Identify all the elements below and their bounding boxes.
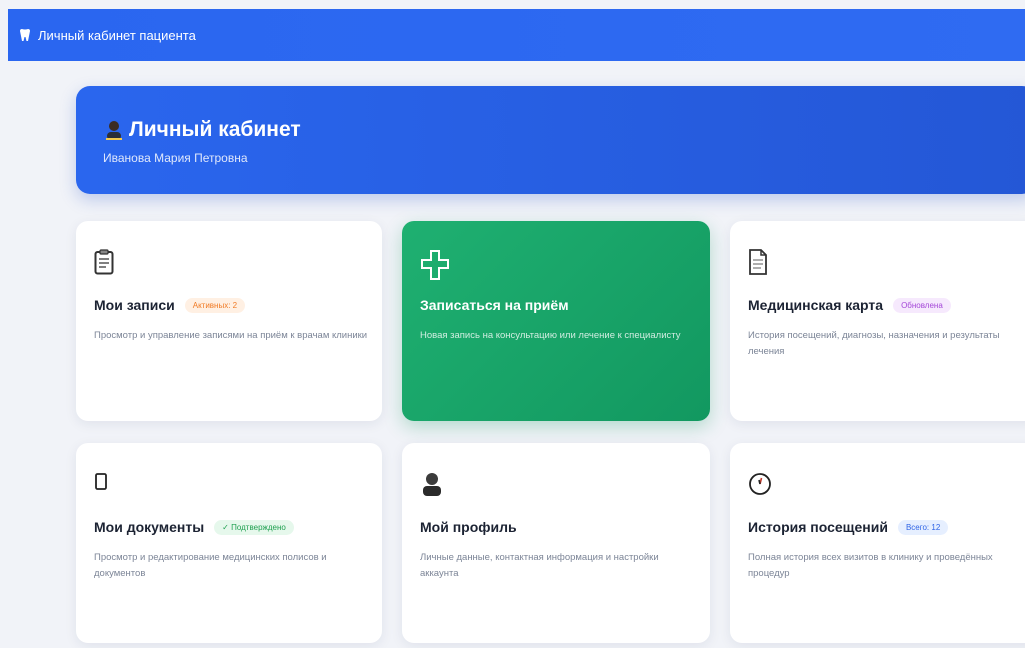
active-count-badge: Активных: 2 xyxy=(184,297,246,313)
clipboard-icon xyxy=(94,249,120,279)
tooth-icon xyxy=(18,28,32,42)
card-my-documents[interactable]: Мои документы ✓ Подтверждено Просмотр и … xyxy=(76,443,382,643)
document-icon xyxy=(748,249,774,279)
card-description: История посещений, диагнозы, назначения … xyxy=(748,330,1000,357)
card-my-appointments[interactable]: Мои записи Активных: 2 Просмотр и управл… xyxy=(76,221,382,421)
card-visit-history[interactable]: История посещений Всего: 12 Полная истор… xyxy=(730,443,1025,643)
total-count-badge: Всего: 12 xyxy=(897,519,949,535)
page-title: Личный кабинет xyxy=(129,118,301,141)
card-my-profile[interactable]: Мой профиль Личные данные, контактная ин… xyxy=(402,443,710,643)
card-description: Просмотр и управление записями на приём … xyxy=(94,330,368,341)
welcome-banner: Личный кабинет Иванова Мария Петровна xyxy=(76,86,1025,194)
card-description: Личные данные, контактная информация и н… xyxy=(420,552,659,579)
verified-badge: ✓ Подтверждено xyxy=(214,519,294,535)
card-medical-record[interactable]: Медицинская карта Обновлена История посе… xyxy=(730,221,1025,421)
plus-icon xyxy=(420,249,449,280)
card-description: Новая запись на консультацию или лечение… xyxy=(420,330,681,341)
phone-icon xyxy=(94,471,120,501)
card-title: Записаться на приём xyxy=(420,297,569,313)
clock-icon xyxy=(748,471,774,501)
card-title: Мои записи xyxy=(94,297,175,313)
card-title: Мой профиль xyxy=(420,519,517,535)
card-title: История посещений xyxy=(748,519,888,535)
user-icon xyxy=(103,119,125,141)
patient-name: Иванова Мария Петровна xyxy=(103,151,248,165)
app-title[interactable]: Личный кабинет пациента xyxy=(38,28,196,43)
card-description: Полная история всех визитов в клинику и … xyxy=(748,552,993,579)
card-description: Просмотр и редактирование медицинских по… xyxy=(94,552,327,579)
card-title: Мои документы xyxy=(94,519,205,535)
user-icon xyxy=(420,471,446,501)
top-navbar: Личный кабинет пациента xyxy=(8,9,1025,61)
card-title: Медицинская карта xyxy=(748,297,884,313)
card-book-appointment[interactable]: Записаться на приём Новая запись на конс… xyxy=(402,221,710,421)
updated-badge: Обновлена xyxy=(893,297,951,313)
